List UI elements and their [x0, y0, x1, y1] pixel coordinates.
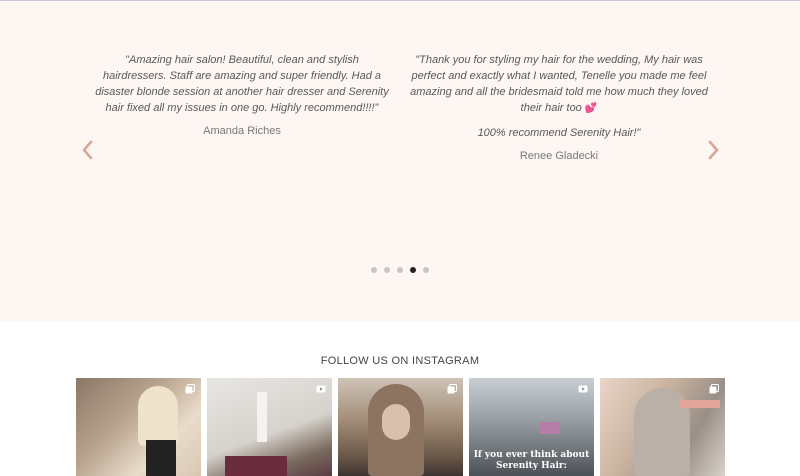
- heart-emoji-icon: 💕: [584, 103, 598, 114]
- testimonial-card: "Thank you for styling my hair for the w…: [409, 52, 709, 162]
- gallery-icon: [447, 384, 457, 394]
- instagram-post[interactable]: [600, 378, 725, 476]
- post-photo-detail: [382, 404, 410, 440]
- testimonial-card: "Amazing hair salon! Beautiful, clean an…: [92, 52, 392, 137]
- testimonial-quote: "Thank you for styling my hair for the w…: [409, 52, 709, 117]
- post-photo-detail: [539, 422, 559, 434]
- carousel-dot[interactable]: [371, 267, 377, 273]
- carousel-dots: [371, 267, 429, 275]
- post-photo-product: [225, 456, 287, 476]
- instagram-post[interactable]: [76, 378, 201, 476]
- instagram-heading: FOLLOW US ON INSTAGRAM: [320, 355, 480, 367]
- instagram-post[interactable]: If you ever think about Serenity Hair:: [469, 378, 594, 476]
- carousel-next-button[interactable]: [703, 139, 723, 161]
- video-icon: [578, 384, 588, 394]
- carousel-dot[interactable]: [423, 267, 429, 273]
- video-icon: [316, 384, 326, 394]
- post-photo-detail: [146, 440, 176, 476]
- testimonial-quote: "Amazing hair salon! Beautiful, clean an…: [95, 54, 389, 114]
- instagram-post[interactable]: [338, 378, 463, 476]
- carousel-dot[interactable]: [397, 267, 403, 273]
- testimonial-author: Renee Gladecki: [519, 150, 599, 162]
- chevron-right-icon: [708, 140, 719, 160]
- testimonial-author: Amanda Riches: [203, 125, 281, 137]
- instagram-post[interactable]: [207, 378, 332, 476]
- testimonials-section: "Amazing hair salon! Beautiful, clean an…: [0, 1, 800, 321]
- post-overlay-text: If you ever think about Serenity Hair:: [473, 450, 590, 471]
- post-photo-detail: [257, 392, 267, 442]
- carousel-dot-active[interactable]: [410, 267, 416, 273]
- post-photo-detail: [680, 400, 720, 408]
- gallery-icon: [185, 384, 195, 394]
- carousel-dot[interactable]: [384, 267, 390, 273]
- testimonial-quote-continued: 100% recommend Serenity Hair!": [477, 127, 641, 139]
- carousel-prev-button[interactable]: [78, 139, 98, 161]
- chevron-left-icon: [82, 140, 93, 160]
- gallery-icon: [709, 384, 719, 394]
- testimonial-quote-text: "Thank you for styling my hair for the w…: [410, 54, 708, 114]
- post-photo-subject: [138, 386, 178, 446]
